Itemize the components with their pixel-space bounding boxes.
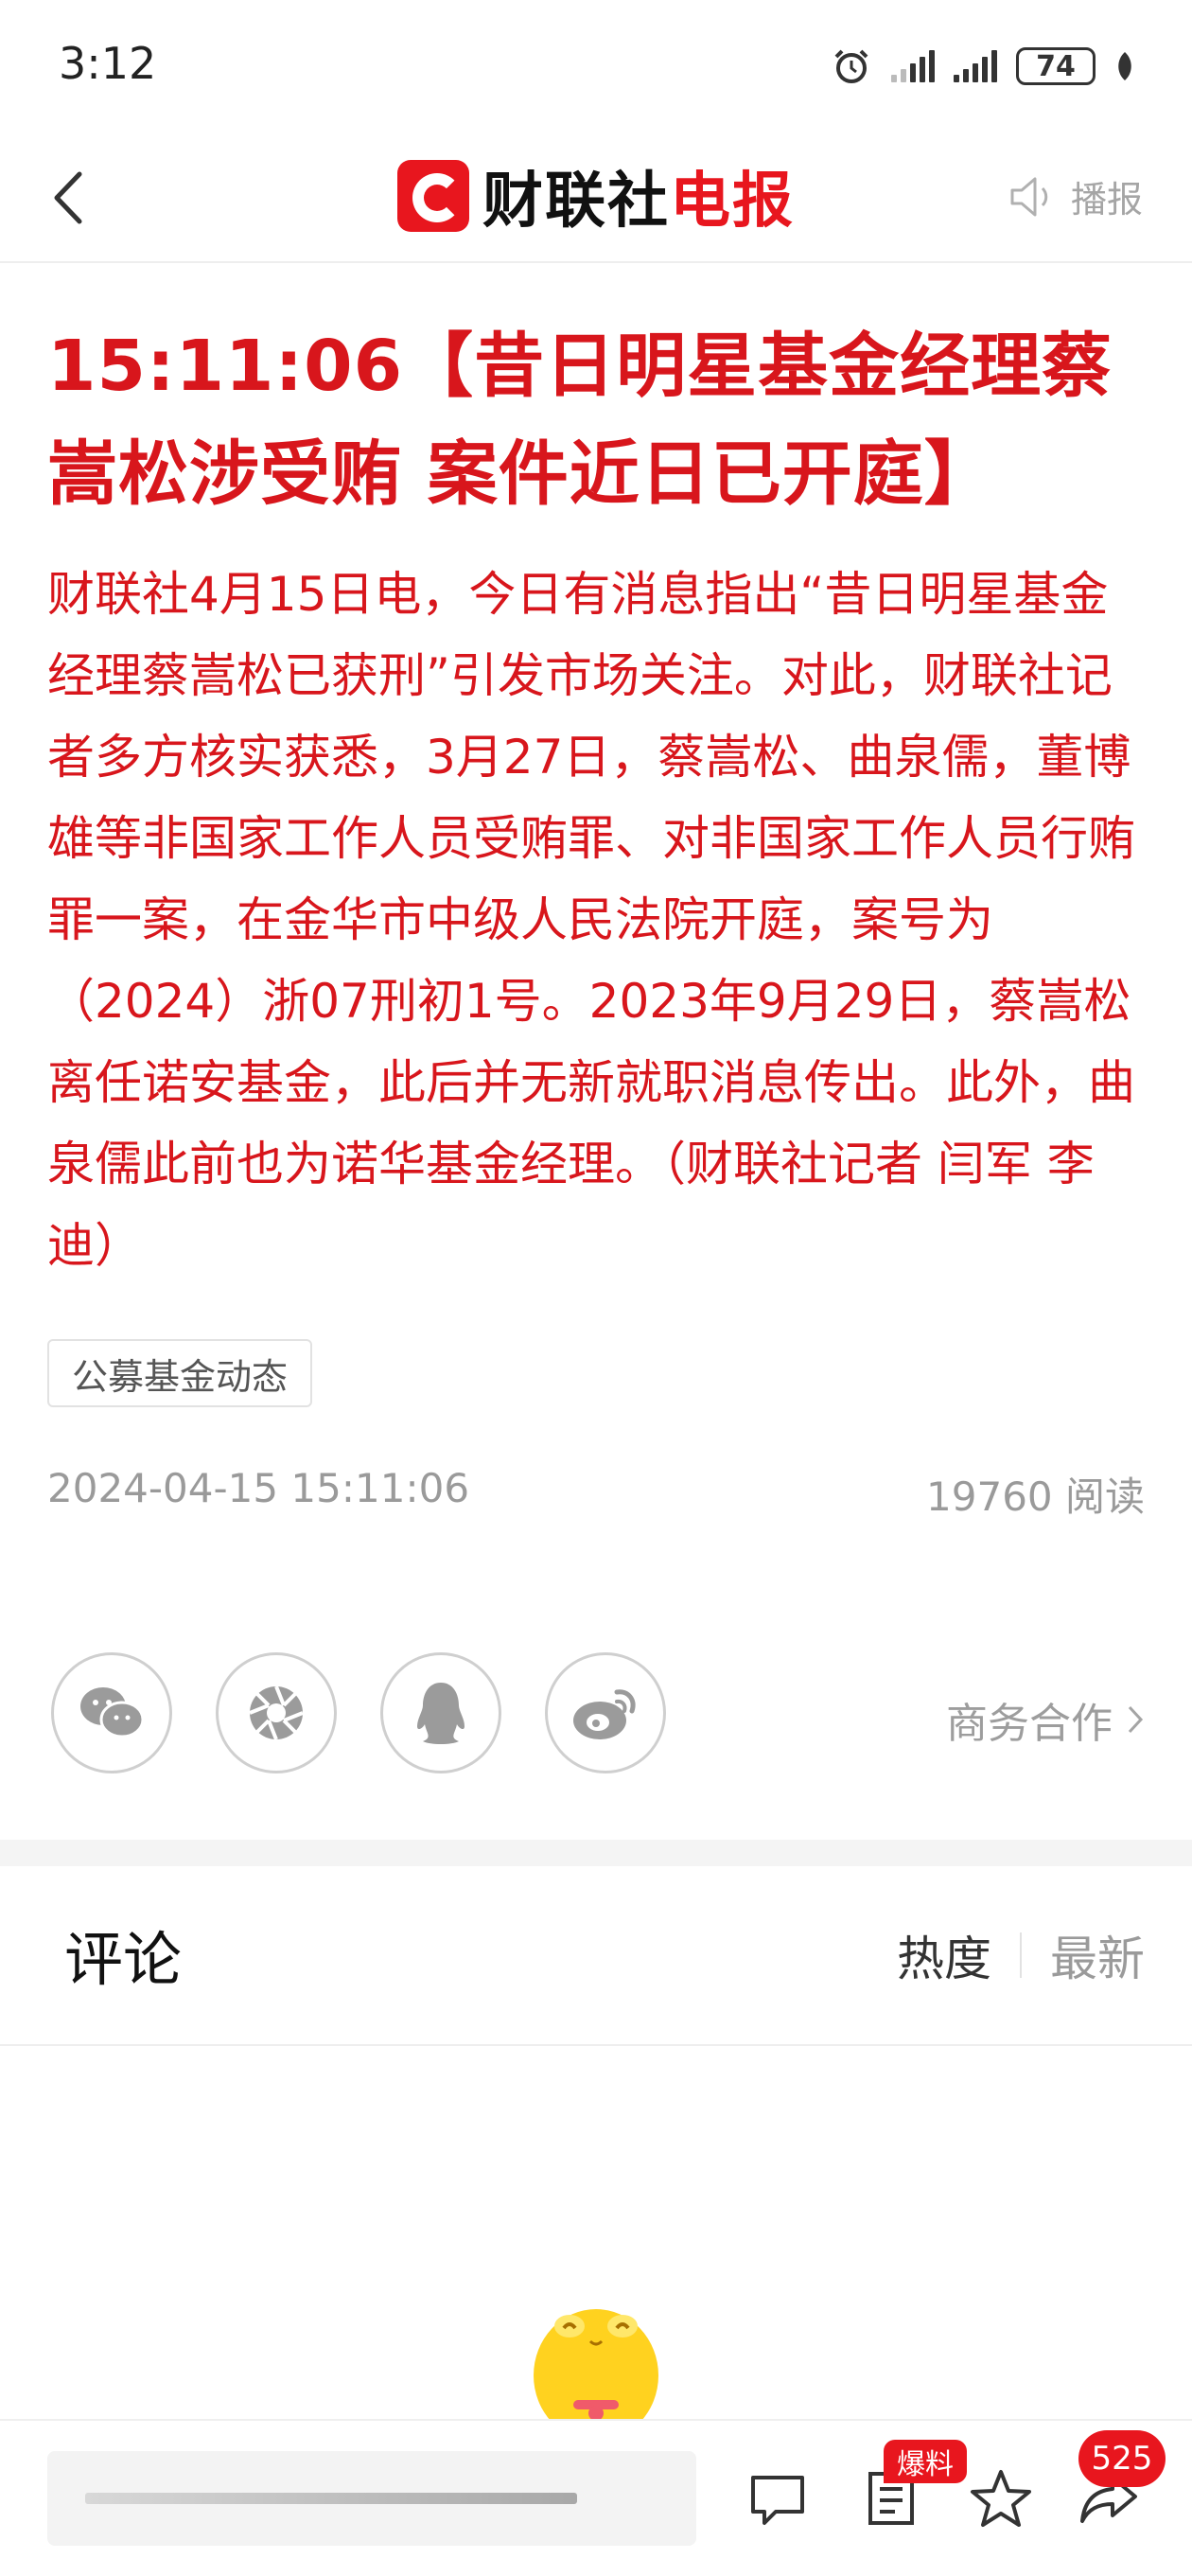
speaker-icon [1010,177,1048,216]
back-arrow-icon[interactable] [42,165,98,231]
qq-icon [417,1683,465,1744]
share-weibo-button[interactable] [545,1652,666,1773]
share-wechat-button[interactable] [51,1652,172,1773]
comment-icon[interactable] [744,2464,812,2532]
article-headline: 15:11:06【昔日明星基金经理蔡嵩松涉受贿 案件近日已开庭】 [47,326,1113,515]
comments-title: 评论 [64,1925,183,1994]
broadcast-label: 播报 [1070,179,1143,221]
logo-text-black: 财联社 [482,167,670,237]
topic-tag[interactable]: 公募基金动态 [47,1339,313,1407]
sort-separator [1020,1932,1022,1978]
share-qq-button[interactable] [380,1652,501,1773]
battery-indicator: 74 [1016,47,1096,85]
signal-strength-icon-2 [954,50,997,82]
read-count: 19760 阅读 [926,1473,1145,1520]
baoliao-badge: 爆料 [884,2440,967,2483]
sort-hot-tab[interactable]: 热度 [897,1921,991,1989]
comment-input[interactable] [47,2451,696,2546]
logo-mark-icon [397,160,469,232]
logo-text: 财联社电报 [482,152,795,239]
status-icons: 74 [831,42,1135,91]
leaf-icon [1118,52,1131,80]
status-time: 3:12 [59,38,157,89]
comment-sort: 热度 最新 [897,1921,1145,1989]
star-icon[interactable] [967,2464,1035,2532]
comments-divider [0,2044,1192,2046]
sort-new-tab[interactable]: 最新 [1050,1921,1145,1989]
share-moments-button[interactable] [216,1652,337,1773]
empty-comments-mascot-icon [534,2309,658,2432]
chevron-right-icon [1128,1705,1144,1734]
status-bar: 3:12 74 [0,0,1192,132]
comment-input-placeholder [85,2493,577,2504]
business-cooperation-link[interactable]: 商务合作 [946,1689,1145,1750]
weibo-icon [573,1689,636,1739]
logo-text-red: 电报 [670,167,795,237]
bottom-action-bar: 爆料 525 [0,2419,1192,2576]
wechat-icon [80,1687,145,1738]
app-header: 财联社电报 播报 [0,132,1192,263]
alarm-icon [834,49,868,83]
moments-icon [249,1685,304,1740]
app-logo: 财联社电报 [397,153,795,238]
signal-strength-icon [891,50,935,82]
publish-date: 2024-04-15 15:11:06 [47,1465,470,1511]
section-divider [0,1840,1192,1866]
share-row [51,1652,666,1773]
share-count-badge: 525 [1078,2430,1166,2487]
broadcast-button[interactable]: 播报 [1008,170,1143,222]
article-body: 财联社4月15日电，今日有消息指出“昔日明星基金经理蔡嵩松已获刑”引发市场关注。… [47,567,1135,1273]
business-label: 商务合作 [946,1700,1113,1748]
